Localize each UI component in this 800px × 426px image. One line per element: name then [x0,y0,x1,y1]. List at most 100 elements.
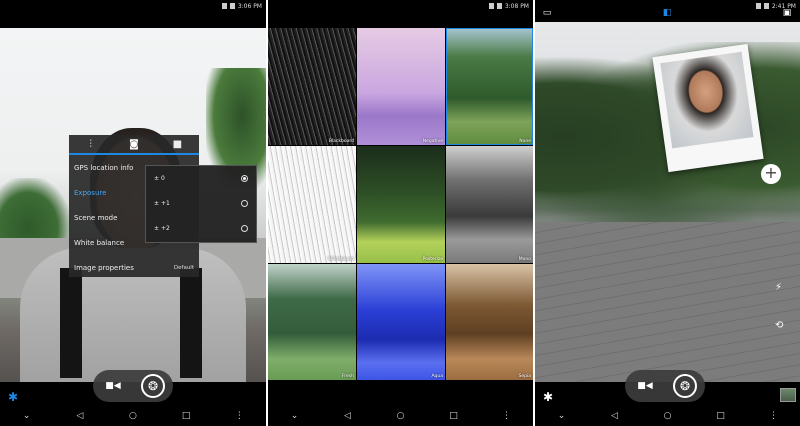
camera-icon: ◙ [129,138,139,150]
switch-camera-icon[interactable]: ⟲ [775,320,783,331]
effect-label: Blackboard [328,139,354,144]
video-record-button[interactable]: ■◀ [630,373,660,399]
exposure-option-label: ± 0 [154,175,165,182]
effect-tile[interactable]: Mono [446,146,533,263]
capture-controls: ■◀ ❂ [625,370,705,402]
exposure-option[interactable]: ± 0 [146,166,256,191]
chevron-down-icon[interactable]: ⌄ [288,411,302,421]
sim-icon [221,3,227,9]
effect-label: Whiteboard [327,257,354,262]
home-button[interactable]: ○ [126,411,140,421]
menu-item-label: Image properties [74,263,134,272]
shutter-button[interactable]: ❂ [138,373,168,399]
recents-button[interactable]: □ [714,411,728,421]
backpack-strap [60,268,82,378]
battery-icon [229,3,235,9]
plaza-ground [535,222,800,382]
exposure-option-label: ± +2 [154,225,170,232]
nav-bar: ⌄ ◁ ○ □ ⋮ [268,406,533,426]
video-camera-icon: ■◀ [105,381,121,391]
menu-item-label: GPS location info [74,163,134,172]
exposure-icon: ± [154,225,160,232]
effect-label: None [519,139,531,144]
exposure-option[interactable]: ± +2 [146,216,256,241]
status-bar: 3:06 PM [0,0,266,12]
selfie-photo [660,51,754,149]
shutter-icon: ❂ [141,374,165,398]
recents-button[interactable]: □ [179,411,193,421]
video-icon: ■ [172,138,183,150]
panorama-icon[interactable]: ▭ [541,8,553,18]
tab-video[interactable]: ■ [156,135,199,153]
battery-icon [496,3,502,9]
radio-button[interactable] [241,225,248,232]
gallery-icon[interactable]: ▣ [781,8,793,18]
effects-grid: Blackboard Negative None Whiteboard Post… [268,28,533,382]
tab-photo[interactable]: ◙ [112,135,155,153]
menu-item-label: Scene mode [74,213,118,222]
effect-label: Posterize [422,257,443,262]
effect-tile[interactable]: Sepia [446,264,533,380]
capture-controls: ■◀ ❂ [93,370,173,402]
back-button[interactable]: ◁ [608,411,622,421]
nav-bar: ⌄ ◁ ○ □ ⋮ [0,406,266,426]
battery-icon [763,3,769,9]
camera-settings-panel: 3:06 PM ⫶ ◙ ■ GPS location info Exposure… [0,0,266,426]
effect-tile[interactable]: Whiteboard [268,146,356,263]
more-icon[interactable]: ⋮ [500,411,514,421]
effect-tile[interactable]: None [446,28,533,145]
exposure-popup: ± 0 ± +1 ± +2 [145,165,257,243]
effect-tile[interactable]: Negative [357,28,445,145]
sliders-icon: ⫶ [89,138,92,150]
status-time: 3:06 PM [237,2,262,10]
radio-button[interactable] [241,200,248,207]
settings-gear-icon[interactable]: ✱ [543,390,553,404]
shutter-icon: ❂ [673,374,697,398]
effect-label: Negative [422,139,443,144]
exposure-option-label: ± +1 [154,200,170,207]
menu-item-label: White balance [74,238,125,247]
effect-label: Sepia [518,374,532,379]
back-button[interactable]: ◁ [341,411,355,421]
tab-adjust[interactable]: ⫶ [69,135,112,153]
video-camera-icon: ■◀ [637,381,653,391]
selfie-photo-card[interactable] [652,43,764,173]
back-button[interactable]: ◁ [73,411,87,421]
exposure-icon: ± [154,200,160,207]
backpack-strap [180,268,202,378]
more-icon[interactable]: ⋮ [232,411,246,421]
home-button[interactable]: ○ [661,411,675,421]
effect-tile[interactable]: Blackboard [268,28,356,145]
menu-item-image-properties[interactable]: Image properties Default [69,255,199,280]
effect-tile[interactable]: Fresh [268,264,356,380]
sim-icon [755,3,761,9]
picture-in-picture-icon[interactable]: ◧ [661,8,673,18]
menu-item-value: Default [173,264,194,271]
menu-item-label: Exposure [74,188,107,197]
exposure-icon: ± [154,175,160,182]
settings-gear-icon[interactable]: ✱ [8,390,18,404]
nav-bar: ⌄ ◁ ○ □ ⋮ [535,406,800,426]
effect-label: Aqua [431,374,443,379]
home-button[interactable]: ○ [394,411,408,421]
exposure-option[interactable]: ± +1 [146,191,256,216]
radio-button[interactable] [241,175,248,182]
sim-icon [488,3,494,9]
status-bar: 3:08 PM [268,0,533,12]
chevron-down-icon[interactable]: ⌄ [555,411,569,421]
recents-button[interactable]: □ [447,411,461,421]
more-icon[interactable]: ⋮ [767,411,781,421]
status-time: 3:08 PM [504,2,529,10]
color-effects-panel: 3:08 PM Blackboard Negative None Whitebo… [268,0,533,426]
chevron-down-icon[interactable]: ⌄ [20,411,34,421]
add-button[interactable]: + [761,164,781,184]
camera-preview-panel: 2:41 PM ▭ ◧ ▣ + ⚡ ⟲ ✱ ■◀ ❂ ⌄ ◁ ○ □ ⋮ [535,0,800,426]
last-photo-thumbnail[interactable] [780,388,796,402]
effect-tile[interactable]: Aqua [357,264,445,380]
settings-tabs: ⫶ ◙ ■ [69,135,199,155]
flash-icon[interactable]: ⚡ [775,282,782,293]
video-record-button[interactable]: ■◀ [98,373,128,399]
effect-tile[interactable]: Posterize [357,146,445,263]
shutter-button[interactable]: ❂ [670,373,700,399]
effect-label: Fresh [342,374,354,379]
